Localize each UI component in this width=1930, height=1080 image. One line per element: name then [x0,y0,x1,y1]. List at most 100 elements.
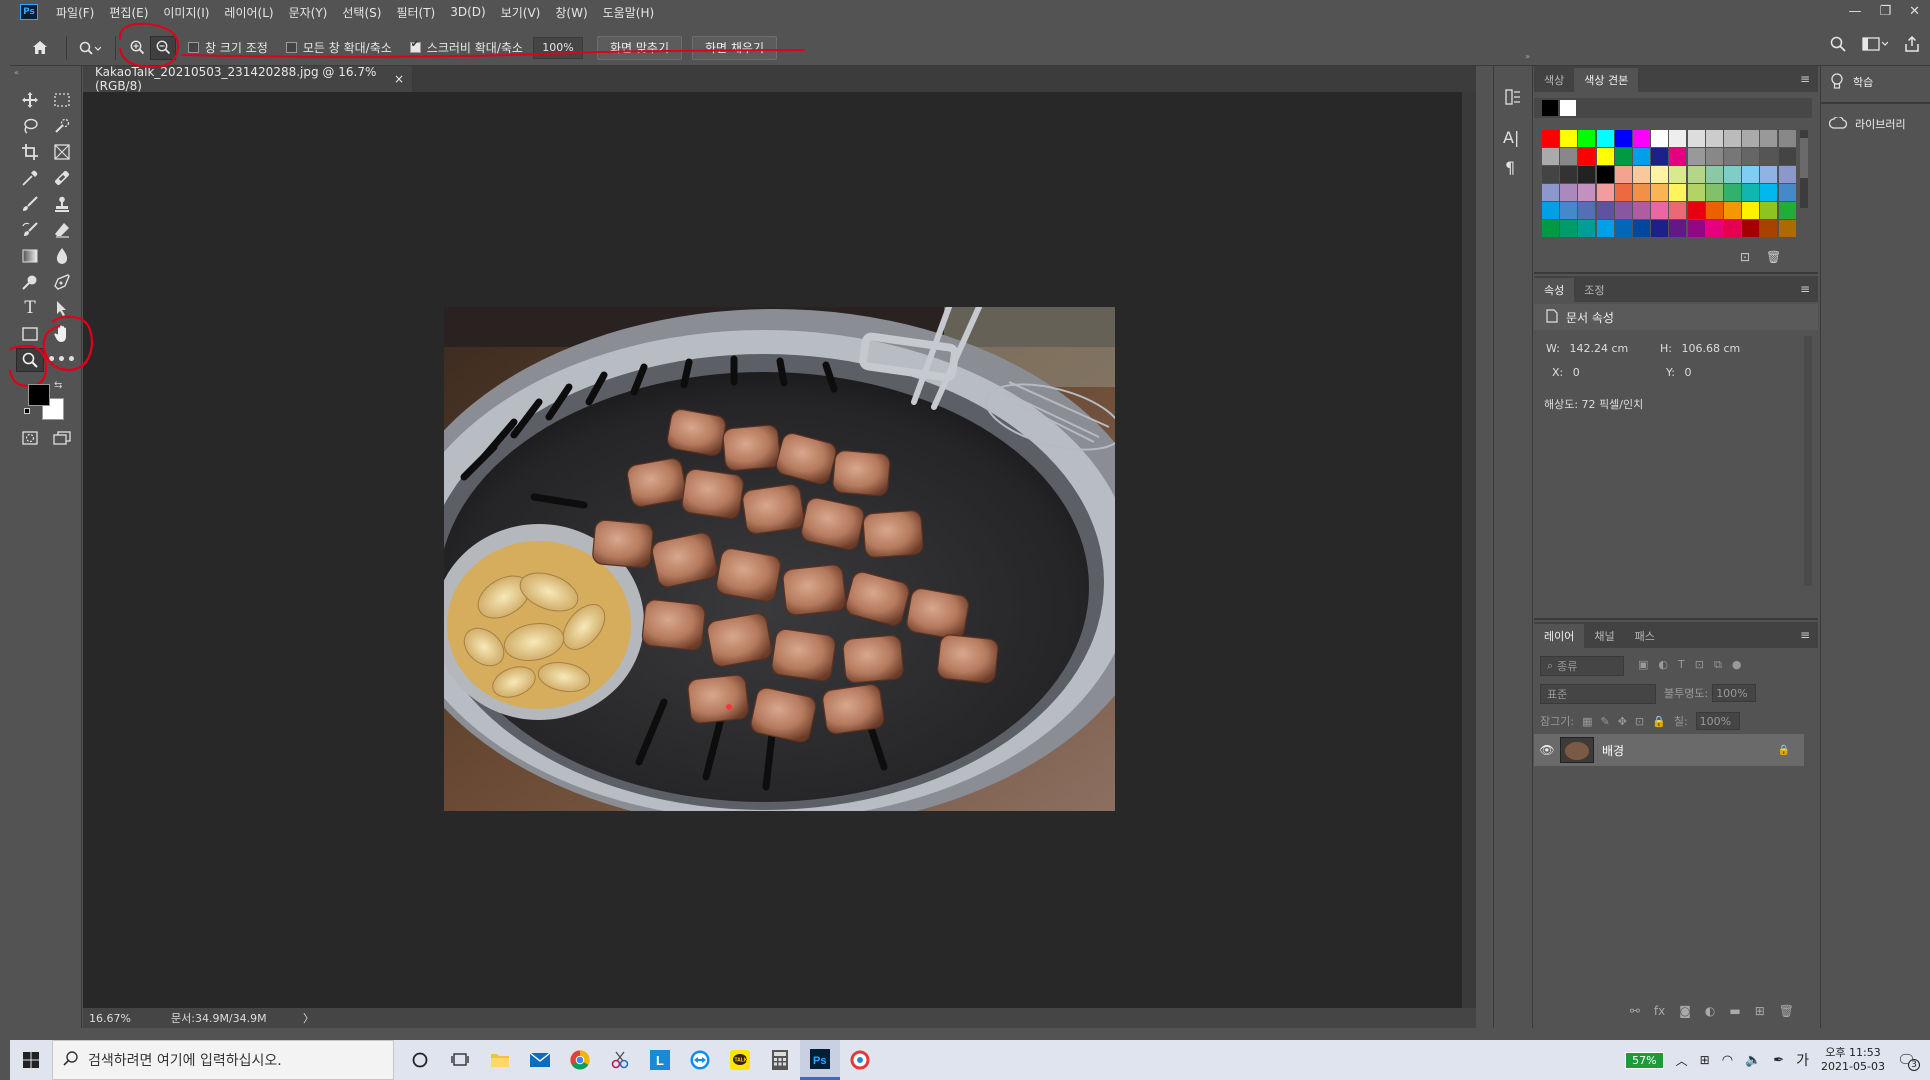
color-swatch[interactable] [1596,202,1614,219]
file-explorer-icon[interactable] [480,1040,520,1080]
zoom-tool-preset-icon[interactable] [73,36,107,60]
quick-mask-icon[interactable] [16,426,44,450]
color-swatch[interactable] [1651,130,1669,147]
color-swatch[interactable] [1560,184,1578,201]
color-swatch[interactable] [1614,202,1632,219]
battery-indicator[interactable]: 57% [1625,1051,1664,1069]
minimize-button[interactable]: — [1848,4,1861,19]
frame-tool-icon[interactable] [48,140,76,164]
rectangle-tool-icon[interactable] [16,322,44,346]
color-swatch[interactable] [1778,148,1796,165]
learn-button[interactable]: 학습 [1821,66,1930,98]
color-swatch[interactable] [1705,148,1723,165]
color-swatch[interactable] [1596,130,1614,147]
color-swatch[interactable] [1596,166,1614,183]
y-value[interactable]: 0 [1684,366,1691,379]
resize-windows-check[interactable] [188,42,199,53]
color-swatch[interactable] [1760,220,1778,237]
zoom-tool-icon[interactable] [16,348,44,372]
layer-name[interactable]: 배경 [1602,742,1778,759]
lock-image-icon[interactable]: ✎ [1600,715,1609,728]
restore-button[interactable]: ❐ [1879,4,1891,19]
blend-mode-select[interactable]: 표준 [1540,684,1656,704]
color-swatch[interactable] [1705,184,1723,201]
eye-icon[interactable]: 👁 [1534,743,1560,757]
color-swatch[interactable] [1687,202,1705,219]
adjustment-layer-icon[interactable]: ◐ [1705,1004,1715,1026]
document-tab-close[interactable]: × [394,72,404,86]
character-panel-icon[interactable]: A| [1503,128,1519,147]
task-view-icon[interactable] [440,1040,480,1080]
color-swatch[interactable] [1560,202,1578,219]
color-swatch[interactable] [1778,220,1796,237]
menu-filter[interactable]: 필터(T) [396,4,435,21]
lock-position-icon[interactable]: ✥ [1618,715,1627,728]
canvas-image[interactable] [444,307,1115,811]
color-swatch[interactable] [1778,130,1796,147]
color-swatch[interactable] [1596,184,1614,201]
opacity-field[interactable]: 100% [1712,684,1757,702]
color-swatch[interactable] [1596,220,1614,237]
resize-windows-checkbox[interactable]: 창 크기 조정 [188,39,268,56]
filter-toggle-icon[interactable]: ● [1732,658,1742,672]
tab-properties[interactable]: 속성 [1534,278,1575,302]
eraser-tool-icon[interactable] [48,218,76,242]
color-swatch[interactable] [1560,130,1578,147]
menu-layer[interactable]: 레이어(L) [224,4,273,21]
menu-view[interactable]: 보기(V) [501,4,541,21]
vertical-scrollbar[interactable] [1462,92,1476,1008]
color-swatch[interactable] [1742,202,1760,219]
zoom-all-windows-check[interactable] [285,42,297,53]
panel-menu-icon[interactable]: ≡ [1800,72,1810,86]
color-swatch[interactable] [1724,202,1741,219]
paragraph-panel-icon[interactable]: ¶ [1505,158,1515,177]
tab-color[interactable]: 색상 [1534,68,1574,92]
menu-file[interactable]: 파일(F) [56,4,94,21]
filter-pixel-icon[interactable]: ▣ [1638,658,1648,672]
color-swatch[interactable] [1633,148,1650,165]
color-swatch[interactable] [1669,184,1687,201]
color-swatch[interactable] [1778,166,1796,183]
color-swatch[interactable] [1651,148,1669,165]
width-value[interactable]: 142.24 cm [1569,342,1628,355]
color-swatch[interactable] [1633,184,1650,201]
link-layers-icon[interactable]: ⚯ [1630,1004,1640,1026]
windows-start-icon[interactable] [10,1040,52,1080]
calculator-icon[interactable] [760,1040,800,1080]
toolbar-collapse-icon[interactable]: « [10,68,82,77]
new-swatch-icon[interactable]: ⊡ [1740,250,1750,264]
color-swatch[interactable] [1705,130,1723,147]
menu-3d[interactable]: 3D(D) [450,5,485,19]
line-app-icon[interactable]: L [640,1040,680,1080]
color-swatch[interactable] [1705,202,1723,219]
color-swatch[interactable] [1724,166,1741,183]
color-swatch[interactable] [1578,202,1596,219]
status-zoom[interactable]: 16.67% [89,1012,171,1025]
panel-collapse-icon[interactable]: » [1494,52,1534,62]
color-swatch[interactable] [1542,100,1558,116]
color-swatch[interactable] [1614,148,1632,165]
color-swatch[interactable] [1651,184,1669,201]
quick-selection-tool-icon[interactable] [48,114,76,138]
clock[interactable]: 오후 11:53 2021-05-03 [1821,1046,1885,1074]
color-swatch[interactable] [1705,220,1723,237]
panel-menu-icon[interactable]: ≡ [1800,628,1810,642]
color-swatch[interactable] [1687,130,1705,147]
marquee-tool-icon[interactable] [48,88,76,112]
taskbar-search-box[interactable]: 검색하려면 여기에 입력하십시오. [52,1040,394,1080]
color-swatch[interactable] [1669,130,1687,147]
color-swatch[interactable] [1687,166,1705,183]
color-swatch[interactable] [1578,130,1596,147]
fit-screen-button[interactable]: 화면 맞추기 [596,35,682,60]
close-button[interactable]: ✕ [1909,4,1920,19]
add-mask-icon[interactable]: ◙ [1679,1004,1691,1026]
color-swatch[interactable] [1669,166,1687,183]
more-tools-icon[interactable]: ••• [47,348,76,372]
kakaotalk-icon[interactable]: TALK [720,1040,760,1080]
chrome-icon[interactable] [560,1040,600,1080]
scrubby-zoom-check[interactable] [409,39,421,53]
color-swatch[interactable] [1687,220,1705,237]
tab-channels[interactable]: 채널 [1584,624,1624,648]
crop-tool-icon[interactable] [16,140,44,164]
path-selection-tool-icon[interactable] [48,296,76,320]
